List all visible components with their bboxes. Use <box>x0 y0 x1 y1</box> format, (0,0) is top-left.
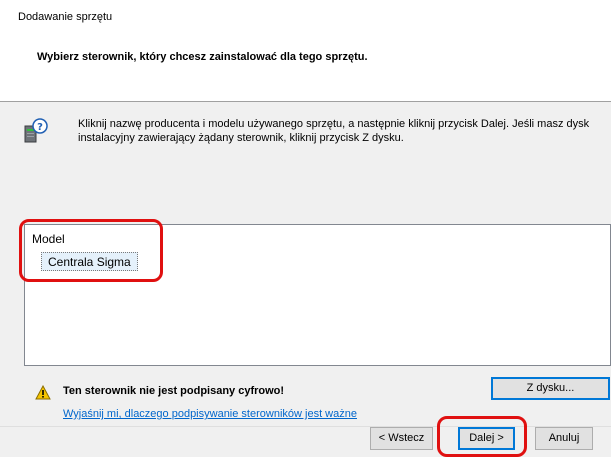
model-column-header: Model <box>32 232 65 246</box>
model-list[interactable]: Model Centrala Sigma <box>24 224 611 366</box>
have-disk-button[interactable]: Z dysku... <box>491 377 610 400</box>
cancel-button[interactable]: Anuluj <box>535 427 593 450</box>
dialog-header: Dodawanie sprzętu Wybierz sterownik, któ… <box>0 0 611 102</box>
page-instruction: Wybierz sterownik, który chcesz zainstal… <box>37 51 368 63</box>
next-button[interactable]: Dalej > <box>458 427 515 450</box>
why-signing-matters-link[interactable]: Wyjaśnij mi, dlaczego podpisywanie stero… <box>63 408 357 420</box>
list-item[interactable]: Centrala Sigma <box>41 252 138 271</box>
back-button[interactable]: < Wstecz <box>370 427 433 450</box>
hardware-help-icon: ? <box>22 118 48 144</box>
svg-text:?: ? <box>37 122 43 133</box>
footer-divider <box>0 426 611 427</box>
unsigned-driver-warning: Ten sterownik nie jest podpisany cyfrowo… <box>63 385 285 397</box>
window-title: Dodawanie sprzętu <box>18 11 113 23</box>
info-text: Kliknij nazwę producenta i modelu używan… <box>78 118 590 144</box>
warning-icon <box>35 384 51 400</box>
